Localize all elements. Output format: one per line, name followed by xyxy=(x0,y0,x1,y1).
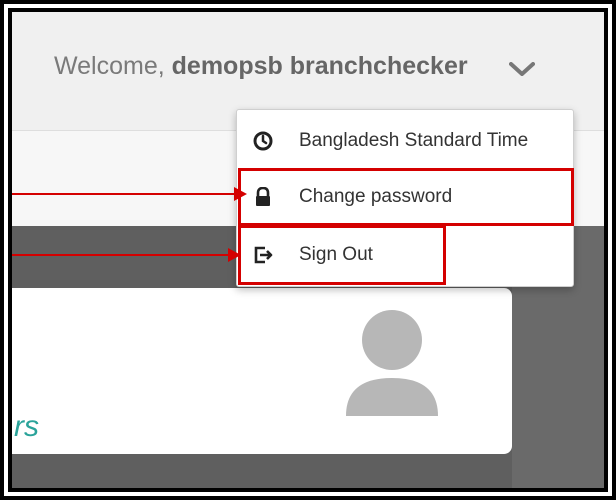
highlight-box-sign-out xyxy=(238,225,446,285)
welcome-prefix: Welcome, xyxy=(54,52,172,80)
annotation-arrow-line-signout xyxy=(12,254,230,256)
avatar-icon xyxy=(346,310,438,416)
user-name: demopsb branchchecker xyxy=(171,52,468,80)
menu-item-timezone[interactable]: Bangladesh Standard Time xyxy=(237,116,573,166)
card-title-text: rs xyxy=(14,410,39,443)
welcome-text[interactable]: Welcome, demopsb branchchecker xyxy=(54,52,468,81)
menu-item-timezone-label: Bangladesh Standard Time xyxy=(299,130,529,151)
annotation-arrowhead-signout xyxy=(228,248,241,262)
clock-icon xyxy=(253,131,273,151)
annotation-arrow-line-password xyxy=(12,193,236,195)
annotation-arrowhead-password xyxy=(234,187,247,201)
highlight-box-change-password xyxy=(238,168,574,226)
chevron-down-icon[interactable] xyxy=(509,62,535,76)
profile-card: rs xyxy=(12,288,512,454)
app-screen: Welcome, demopsb branchchecker rs Bangla… xyxy=(12,12,604,488)
